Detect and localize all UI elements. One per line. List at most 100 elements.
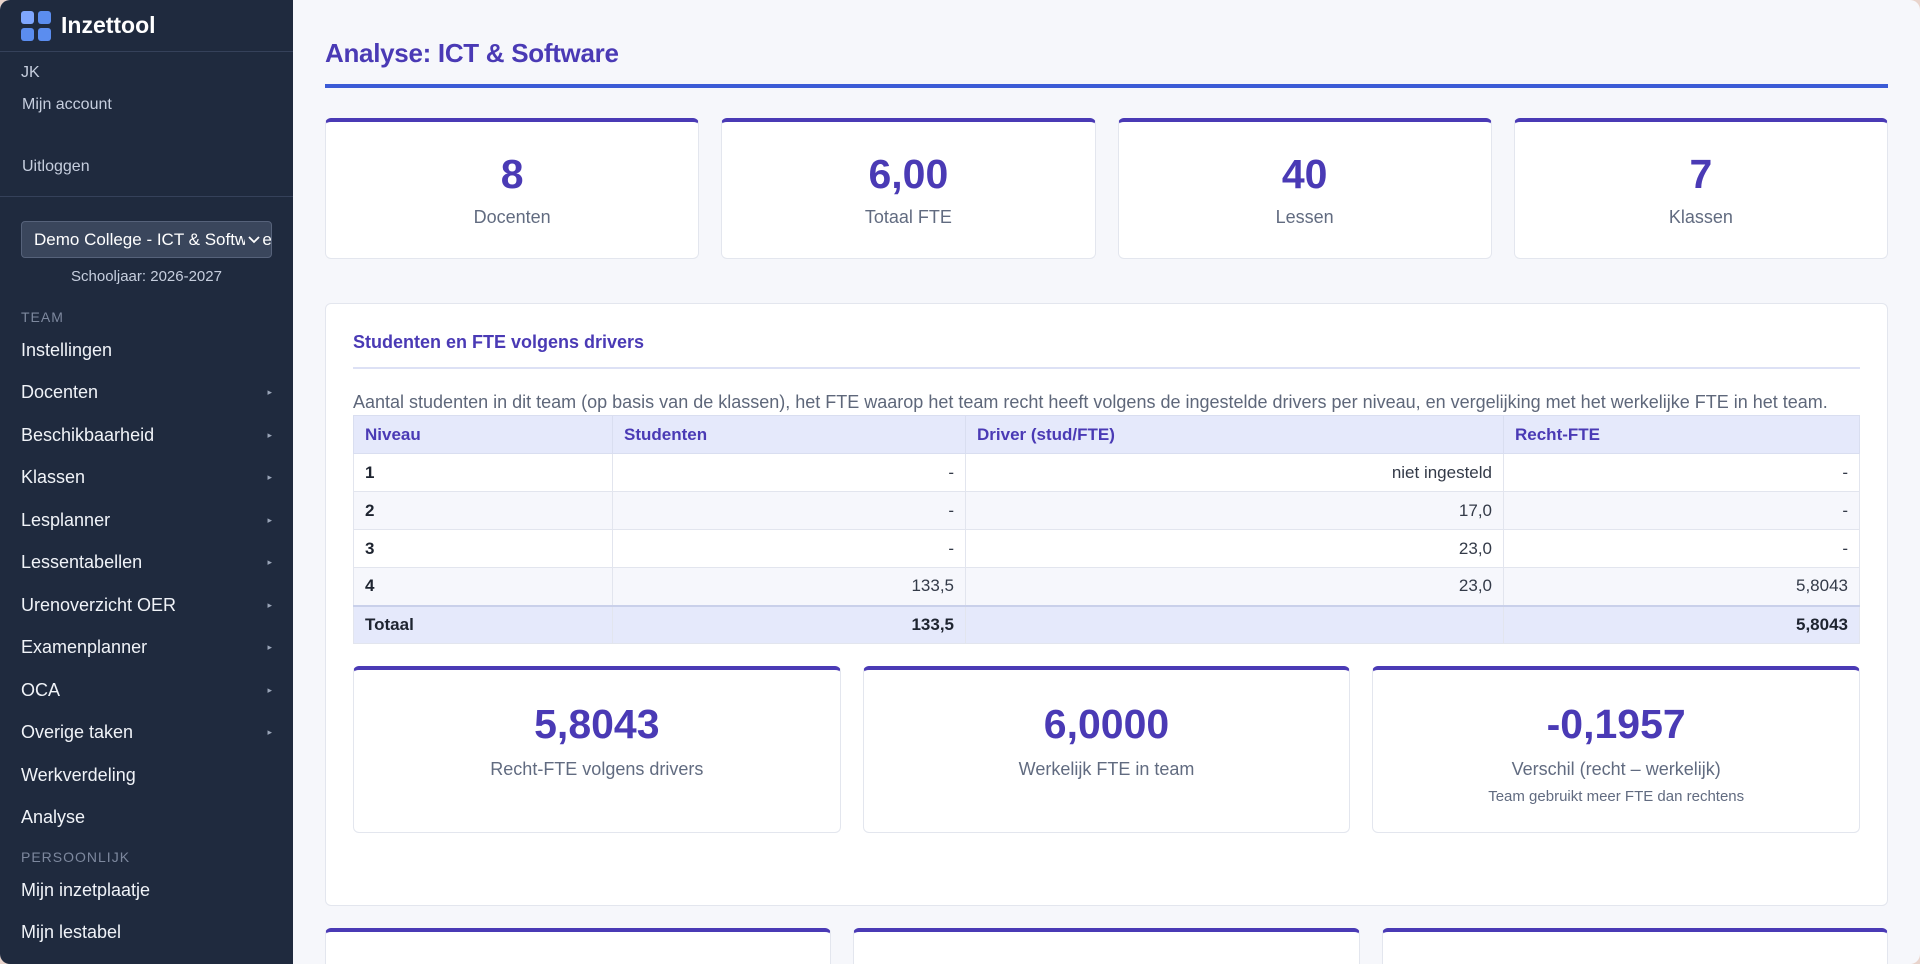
chevron-right-icon: ▸ [267,557,272,568]
table-row: 4 133,5 23,0 5,8043 [353,567,1860,606]
cell-driver: 17,0 [965,491,1504,530]
kpi-value: 5,8043 [534,701,660,747]
kpi-value: 6,00 [868,151,949,197]
cell-recht-fte: - [1503,491,1860,530]
chevron-right-icon: ▸ [267,642,272,653]
kpi-value: 8 [500,151,524,197]
sidebar-item-label: OCA [21,679,61,700]
account-link[interactable]: Mijn account [0,82,293,114]
drivers-table: Niveau Studenten Driver (stud/FTE) Recht… [353,415,1860,644]
drivers-panel: Studenten en FTE volgens drivers Aantal … [325,303,1888,906]
chevron-right-icon: ▸ [267,684,272,695]
page-title: Analyse: ICT & Software [325,0,1888,88]
sidebar-item-label: Klassen [21,467,86,488]
cell-niveau: 1 [353,453,613,492]
kpi-label: Totaal FTE [864,207,952,227]
kpi-card-totaal-fte: 6,00 Totaal FTE [721,118,1096,259]
column-header-driver: Driver (stud/FTE) [965,415,1504,454]
chevron-right-icon: ▸ [267,472,272,483]
cell-recht-fte: 5,8043 [1503,567,1860,606]
table-row: 1 - niet ingesteld - [353,453,1860,492]
sidebar-item-overige-taken[interactable]: Overige taken ▸ [0,712,293,755]
schooljaar-label: Schooljaar: 2026-2027 [71,268,222,285]
cell-studenten: - [612,453,966,492]
column-header-studenten: Studenten [612,415,966,454]
next-card-row [325,928,1888,964]
sidebar-item-label: Overige taken [21,722,134,743]
cell-studenten: - [612,491,966,530]
sidebar-item-label: Werkverdeling [21,764,136,785]
cell-studenten: 133,5 [612,567,966,606]
team-select[interactable]: Demo College - ICT & Software [21,221,272,258]
card-partial [1381,928,1888,964]
kpi-card-werkelijk-fte: 6,0000 Werkelijk FTE in team [862,666,1351,833]
logout-link[interactable]: Uitloggen [0,114,293,176]
sidebar-item-label: Mijn lestabel [21,922,122,943]
table-total-row: Totaal 133,5 5,8043 [353,604,1860,644]
sidebar-item-label: Lessentabellen [21,552,143,573]
sidebar-item-werkverdeling[interactable]: Werkverdeling [0,754,293,797]
sidebar-item-examenplanner[interactable]: Examenplanner ▸ [0,627,293,670]
cell-recht-fte: - [1503,529,1860,568]
table-row: 2 - 17,0 - [353,491,1860,530]
chevron-right-icon: ▸ [267,514,272,525]
cell-niveau: 2 [353,491,613,530]
kpi-value: 7 [1689,151,1713,197]
sidebar-item-label: Examenplanner [21,637,148,658]
kpi-card-docenten: 8 Docenten [325,118,700,259]
sidebar-item-lessentabellen[interactable]: Lessentabellen ▸ [0,542,293,585]
chevron-right-icon: ▸ [267,387,272,398]
team-select-value: Demo College - ICT & Software [34,229,272,249]
table-header-row: Niveau Studenten Driver (stud/FTE) Recht… [353,415,1860,454]
panel-title: Studenten en FTE volgens drivers [353,332,1860,369]
sidebar-item-lesplanner[interactable]: Lesplanner ▸ [0,499,293,542]
sidebar-item-klassen[interactable]: Klassen ▸ [0,457,293,500]
kpi-note: Team gebruikt meer FTE dan rechtens [1488,788,1745,805]
panel-description: Aantal studenten in dit team (op basis v… [353,392,1828,412]
card-partial [325,928,832,964]
user-block: JK [0,52,293,82]
section-label-personal: PERSOONLIJK [21,849,131,865]
cell-driver: 23,0 [965,529,1504,568]
chevron-down-icon [245,230,263,248]
cell-studenten: - [612,529,966,568]
sidebar-item-label: Analyse [21,807,86,828]
sidebar-item-mijn-inzetplaatje[interactable]: Mijn inzetplaatje [0,869,293,912]
chevron-right-icon: ▸ [267,599,272,610]
kpi-label: Werkelijk FTE in team [1018,759,1195,779]
sidebar-item-oca[interactable]: OCA ▸ [0,669,293,712]
kpi-card-verschil: -0,1957 Verschil (recht – werkelijk) Tea… [1372,666,1861,833]
sidebar-item-mijn-lestabel[interactable]: Mijn lestabel [0,912,293,955]
cell-recht-fte: - [1503,453,1860,492]
brand-title: Inzettool [61,12,156,38]
sidebar-item-label: Instellingen [21,339,113,360]
cell-total-recht-fte: 5,8043 [1503,604,1860,644]
cell-driver: niet ingesteld [965,453,1504,492]
fte-comparison-row: 5,8043 Recht-FTE volgens drivers 6,0000 … [353,666,1861,833]
sidebar-item-docenten[interactable]: Docenten ▸ [0,372,293,415]
kpi-row: 8 Docenten 6,00 Totaal FTE 40 Lessen 7 K… [325,118,1888,259]
kpi-label: Klassen [1668,207,1733,227]
kpi-card-lessen: 40 Lessen [1117,118,1492,259]
sidebar-nav-team: Instellingen Docenten ▸ Beschikbaarheid ▸ … [0,329,293,839]
sidebar: Inzettool JK Mijn account Uitloggen Demo… [0,0,293,964]
sidebar-item-beschikbaarheid[interactable]: Beschikbaarheid ▸ [0,414,293,457]
cell-niveau: 4 [353,567,613,606]
kpi-card-klassen: 7 Klassen [1513,118,1888,259]
column-header-niveau: Niveau [353,415,613,454]
cell-total-label: Totaal [353,604,613,644]
chevron-right-icon: ▸ [267,429,272,440]
column-header-recht-fte: Recht-FTE [1503,415,1860,454]
chevron-right-icon: ▸ [267,727,272,738]
cell-niveau: 3 [353,529,613,568]
sidebar-item-instellingen[interactable]: Instellingen [0,329,293,372]
brand[interactable]: Inzettool [0,0,293,52]
card-partial [853,928,1360,964]
kpi-value: 40 [1281,151,1328,197]
kpi-label: Recht-FTE volgens drivers [490,759,704,779]
cell-total-driver [965,604,1504,644]
main-content: Analyse: ICT & Software 8 Docenten 6,00 … [293,0,1920,964]
kpi-value: -0,1957 [1546,701,1686,747]
sidebar-item-urenoverzicht[interactable]: Urenoverzicht OER ▸ [0,584,293,627]
sidebar-item-analyse[interactable]: Analyse [0,797,293,840]
